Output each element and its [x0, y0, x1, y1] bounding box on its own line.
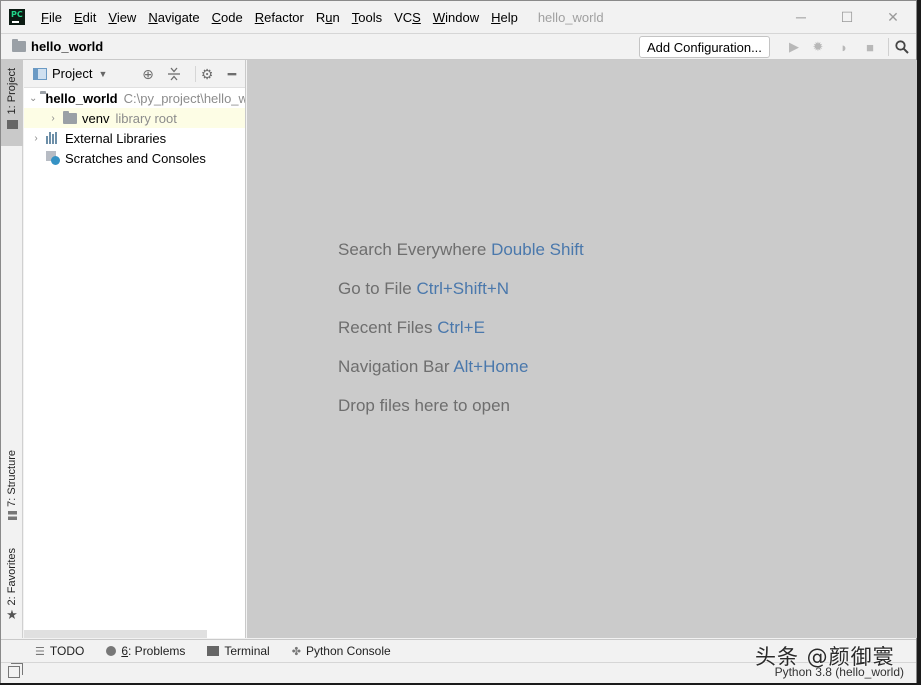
gear-icon[interactable]: ⚙ — [198, 65, 216, 83]
libraries-icon — [46, 132, 60, 144]
project-path: C:\py_project\hello_world — [123, 90, 245, 106]
tree-item-hello-world[interactable]: ⌄ hello_world C:\py_project\hello_world — [24, 88, 245, 108]
tool-tab-structure[interactable]: 7: Structure — [1, 450, 23, 530]
shortcut: Ctrl+E — [437, 318, 485, 337]
hint-go-to-file: Go to File Ctrl+Shift+N — [338, 279, 510, 298]
pycharm-logo-icon: PC — [9, 9, 25, 25]
navigation-bar: hello_world Add Configuration... ▶ ✹ ◗ ■ — [1, 33, 916, 60]
editor-area[interactable]: Search Everywhere Double Shift Go to Fil… — [247, 60, 917, 638]
shortcut: Alt+Home — [453, 357, 529, 376]
minimize-button[interactable]: ─ — [778, 1, 824, 33]
title-bar: PC File Edit View Navigate Code Refactor Run To… — [1, 1, 916, 33]
tree-item-venv[interactable]: › venv library root — [24, 108, 245, 128]
collapse-all-icon[interactable] — [165, 65, 183, 83]
scratches-icon — [46, 151, 60, 165]
stop-icon[interactable]: ■ — [861, 38, 879, 56]
list-icon: ☰ — [35, 645, 45, 658]
menu-tools[interactable]: Tools — [346, 10, 388, 25]
menu-edit[interactable]: Edit — [68, 10, 102, 25]
star-icon: ★ — [6, 607, 18, 623]
chevron-right-icon[interactable]: › — [46, 113, 60, 124]
tool-button-terminal[interactable]: Terminal — [207, 644, 270, 658]
project-panel: Project ▼ ⊕ ⚙ ━ ⌄ hello_world C:\py_proj… — [24, 60, 246, 638]
toolbar-separator — [888, 38, 889, 56]
menu-window[interactable]: Window — [427, 10, 485, 25]
menu-refactor[interactable]: Refactor — [249, 10, 310, 25]
menu-view[interactable]: View — [102, 10, 142, 25]
tool-button-python-console[interactable]: ✤ Python Console — [292, 644, 391, 658]
ide-window: PC File Edit View Navigate Code Refactor Run To… — [0, 0, 917, 683]
project-view-icon — [33, 67, 47, 80]
library-root-label: library root — [115, 110, 177, 126]
menu-file[interactable]: File — [35, 10, 68, 25]
folder-icon — [12, 39, 26, 52]
hint-drop-files: Drop files here to open — [338, 396, 510, 415]
folder-icon — [6, 120, 18, 130]
project-panel-header: Project ▼ ⊕ ⚙ ━ — [24, 60, 245, 88]
hint-navigation-bar: Navigation Bar Alt+Home — [338, 357, 529, 376]
shortcut: Ctrl+Shift+N — [416, 279, 510, 298]
hint-recent-files: Recent Files Ctrl+E — [338, 318, 485, 337]
menu-bar: File Edit View Navigate Code Refactor Run Tools… — [35, 10, 524, 25]
tool-tab-favorites[interactable]: 2: Favorites ★ — [1, 548, 23, 632]
tool-tab-project[interactable]: 1: Project — [1, 60, 23, 146]
horizontal-scrollbar[interactable] — [24, 630, 207, 638]
add-configuration-button[interactable]: Add Configuration... — [639, 36, 770, 58]
menu-run[interactable]: Run — [310, 10, 346, 25]
maximize-button[interactable]: ☐ — [824, 1, 870, 33]
header-separator — [195, 66, 196, 82]
breadcrumb-project[interactable]: hello_world — [31, 39, 103, 54]
toggle-tool-windows-icon[interactable] — [8, 663, 23, 678]
window-title: hello_world — [537, 9, 604, 25]
shortcut: Double Shift — [491, 240, 584, 259]
coverage-icon[interactable]: ◗ — [835, 38, 853, 56]
python-icon: ✤ — [291, 645, 301, 658]
project-view-selector[interactable]: Project — [52, 66, 92, 81]
chevron-down-icon[interactable]: ▼ — [98, 69, 107, 79]
hide-panel-icon[interactable]: ━ — [223, 65, 241, 83]
tool-button-problems[interactable]: 6: Problems — [106, 644, 185, 658]
menu-vcs[interactable]: VCS — [388, 10, 427, 25]
tool-button-todo[interactable]: ☰ TODO — [35, 644, 84, 658]
chevron-right-icon[interactable]: › — [29, 133, 43, 144]
menu-code[interactable]: Code — [206, 10, 249, 25]
structure-icon — [7, 510, 17, 520]
watermark: 头条 @颜御寰 — [755, 645, 895, 669]
hint-search-everywhere: Search Everywhere Double Shift — [338, 240, 584, 259]
locate-icon[interactable]: ⊕ — [139, 65, 157, 83]
project-tree: ⌄ hello_world C:\py_project\hello_world … — [24, 88, 245, 168]
tree-item-external-libraries[interactable]: › External Libraries — [24, 128, 245, 148]
window-controls: ─ ☐ ✕ — [778, 1, 916, 33]
menu-help[interactable]: Help — [485, 10, 524, 25]
close-button[interactable]: ✕ — [870, 1, 916, 33]
left-tool-strip: 1: Project 7: Structure 2: Favorites ★ — [1, 60, 23, 638]
tree-item-scratches[interactable]: Scratches and Consoles — [24, 148, 245, 168]
run-icon[interactable]: ▶ — [785, 38, 803, 56]
terminal-icon — [207, 646, 220, 656]
menu-navigate[interactable]: Navigate — [142, 10, 205, 25]
chevron-down-icon[interactable]: ⌄ — [29, 93, 37, 104]
folder-icon — [63, 110, 77, 124]
debug-icon[interactable]: ✹ — [809, 38, 827, 56]
search-icon[interactable] — [893, 38, 911, 56]
problems-icon — [106, 646, 117, 656]
